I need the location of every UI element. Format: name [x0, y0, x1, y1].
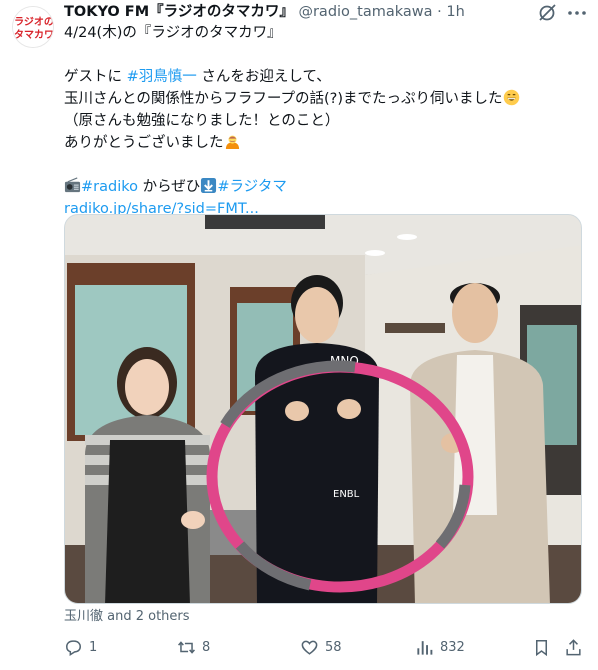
author-handle[interactable]: @radio_tamakawa	[298, 4, 432, 20]
radio-icon	[64, 177, 81, 193]
more-icon[interactable]	[566, 2, 588, 24]
views-button[interactable]: 832	[415, 634, 465, 660]
like-button[interactable]: 58	[300, 634, 342, 660]
bookmark-icon	[535, 639, 548, 656]
author-name[interactable]: TOKYO FM『ラジオのタマカワ』	[64, 4, 294, 20]
post-line-radiko: #radiko からぜひ #ラジタマ	[64, 176, 584, 198]
hashtag-rajitama[interactable]: #ラジタマ	[217, 179, 287, 195]
thanks-text: ありがとうございました	[64, 135, 224, 151]
guest-suffix: さんをお迎えして、	[196, 69, 331, 85]
tweet[interactable]: ラジオの タマカワ TOKYO FM『ラジオのタマカワ』 @radio_tama…	[0, 0, 598, 670]
post-line-topic: 玉川さんとの関係性からフラフープの話(?)までたっぷり伺いました	[64, 88, 584, 110]
bar-chart-icon	[417, 640, 433, 655]
post-text: 4/24(木)の『ラジオのタマカワ』 ゲストに #羽鳥慎一 さんをお迎えして、 …	[64, 22, 584, 220]
hashtag-hatori[interactable]: #羽鳥慎一	[127, 69, 197, 85]
grok-icon[interactable]	[536, 2, 558, 24]
share-icon	[566, 638, 581, 655]
post-line-date: 4/24(木)の『ラジオのタマカワ』	[64, 25, 282, 41]
tagged-people[interactable]: 玉川徹 and 2 others	[64, 608, 190, 626]
post-line-thanks: ありがとうございました	[64, 132, 584, 154]
post-line-guest: ゲストに #羽鳥慎一 さんをお迎えして、	[64, 66, 584, 88]
down-arrow-box-icon	[201, 177, 217, 194]
grinning-face-icon	[503, 89, 519, 106]
header-separator: ·	[437, 4, 442, 20]
svg-text:ENBL: ENBL	[333, 489, 360, 500]
bowing-person-icon	[225, 135, 239, 150]
repost-icon	[178, 640, 195, 654]
guest-prefix: ゲストに	[64, 69, 127, 85]
post-line-note: （原さんも勉強になりました！とのこと）	[64, 113, 340, 129]
reply-icon	[66, 639, 81, 656]
share-button[interactable]	[564, 634, 583, 660]
repost-count: 8	[202, 639, 211, 655]
reply-button[interactable]: 1	[64, 634, 97, 660]
radiko-middle-text: からぜひ	[137, 179, 201, 195]
reply-count: 1	[89, 639, 98, 655]
avatar-logo-line2: タマカワ	[14, 29, 54, 41]
post-photo[interactable]: MNO ENBL	[64, 214, 582, 604]
heart-icon	[301, 640, 318, 655]
hashtag-radiko[interactable]: #radiko	[81, 179, 138, 195]
view-count: 832	[440, 639, 465, 655]
avatar[interactable]: ラジオの タマカワ	[12, 6, 54, 48]
post-time[interactable]: 1h	[446, 4, 464, 20]
repost-button[interactable]: 8	[177, 634, 210, 660]
tweet-header: TOKYO FM『ラジオのタマカワ』 @radio_tamakawa · 1h	[64, 2, 534, 22]
avatar-logo-line1: ラジオの	[14, 16, 54, 28]
bookmark-button[interactable]	[532, 634, 551, 660]
action-bar: 1 8 58 832	[64, 634, 584, 660]
like-count: 58	[325, 639, 342, 655]
topic-text: 玉川さんとの関係性からフラフープの話(?)までたっぷり伺いました	[64, 91, 503, 107]
